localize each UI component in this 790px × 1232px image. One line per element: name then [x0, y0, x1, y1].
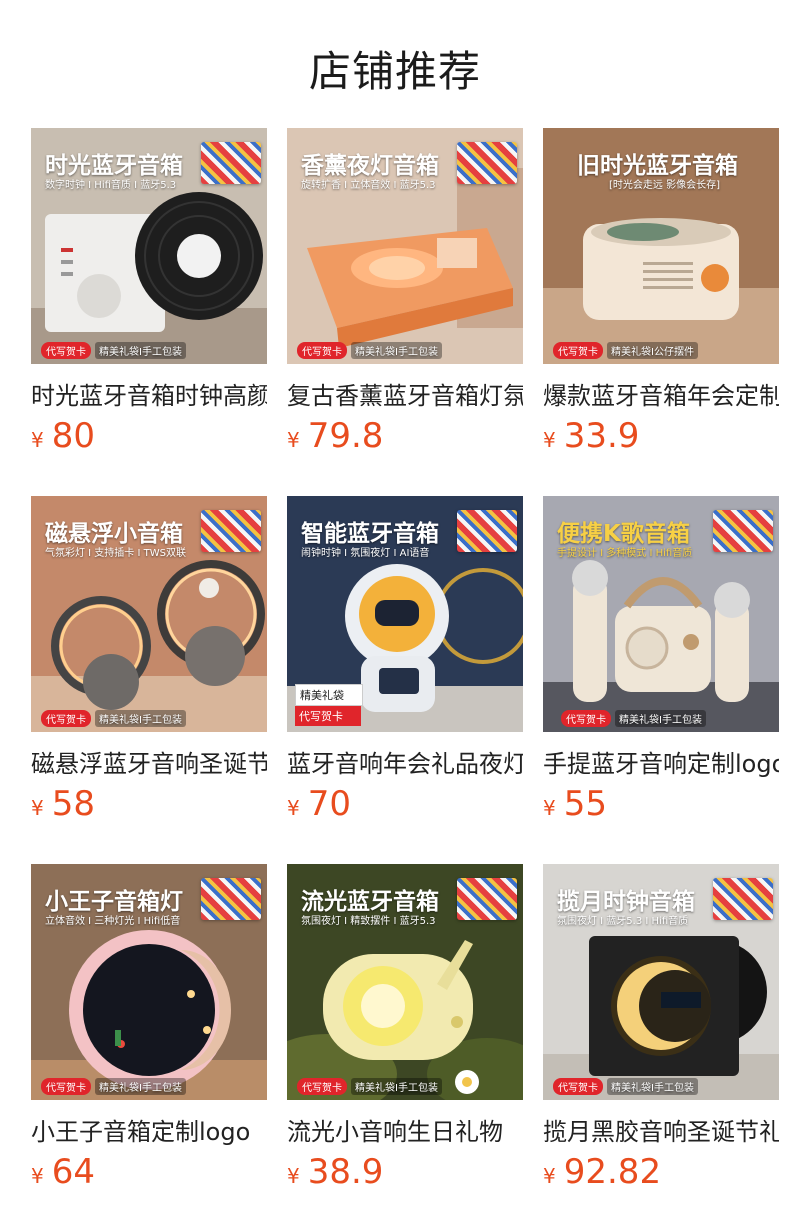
image-subline: 手提设计 I 多种模式 I Hifi音质 [557, 548, 693, 559]
price-value: 55 [563, 784, 607, 824]
gift-box-image [713, 510, 773, 552]
image-tag-row: 代写贺卡 精美礼袋I手工包装 [41, 1077, 186, 1095]
gift-box-image [201, 510, 261, 552]
greeting-card-tag: 代写贺卡 [297, 341, 347, 359]
currency-symbol: ¥ [543, 428, 556, 452]
currency-symbol: ¥ [31, 1164, 44, 1188]
product-price: ¥70 [287, 784, 351, 824]
gift-box-image [457, 142, 517, 184]
image-headline: 揽月时钟音箱 [557, 889, 695, 915]
image-headline: 智能蓝牙音箱 [301, 521, 439, 547]
image-subline: 氛围夜灯 I 精致摆件 I 蓝牙5.3 [301, 916, 436, 927]
product-price: ¥38.9 [287, 1152, 383, 1192]
image-tag-row: 代写贺卡 精美礼袋I手工包装 [41, 341, 186, 359]
currency-symbol: ¥ [287, 796, 300, 820]
image-tag-row: 代写贺卡 精美礼袋I手工包装 [41, 709, 186, 727]
image-subline: 数字时钟 I Hifi音质 I 蓝牙5.3 [45, 180, 177, 191]
packaging-tag: 精美礼袋I手工包装 [351, 1077, 442, 1095]
image-subline: 旋转扩香 I 立体音效 I 蓝牙5.3 [301, 180, 436, 191]
image-headline: 便携K歌音箱 [557, 521, 690, 547]
price-value: 64 [51, 1152, 95, 1192]
product-price: ¥80 [31, 416, 95, 456]
product-price: ¥64 [31, 1152, 95, 1192]
product-name[interactable]: 复古香薰蓝牙音箱灯氛围 [287, 376, 523, 410]
product-price: ¥55 [543, 784, 607, 824]
image-headline: 小王子音箱灯 [45, 889, 183, 915]
currency-symbol: ¥ [543, 1164, 556, 1188]
image-headline: 流光蓝牙音箱 [301, 889, 439, 915]
currency-symbol: ¥ [287, 1164, 300, 1188]
product-name[interactable]: 揽月黑胶音响圣诞节礼物 [543, 1112, 779, 1146]
gift-box-image [713, 878, 773, 920]
price-value: 70 [307, 784, 351, 824]
packaging-tag: 精美礼袋I手工包装 [607, 1077, 698, 1095]
product-name[interactable]: 磁悬浮蓝牙音响圣诞节 [31, 744, 267, 778]
product-image[interactable]: 时光蓝牙音箱 数字时钟 I Hifi音质 I 蓝牙5.3 代写贺卡 精美礼袋I手… [31, 128, 267, 364]
price-value: 80 [51, 416, 95, 456]
packaging-tag: 精美礼袋I手工包装 [95, 341, 186, 359]
price-value: 38.9 [307, 1152, 384, 1192]
greeting-card-tag: 代写贺卡 [41, 709, 91, 727]
gift-box-image [457, 510, 517, 552]
product-name[interactable]: 流光小音响生日礼物 [287, 1112, 523, 1146]
product-price: ¥79.8 [287, 416, 383, 456]
image-tag-row: 代写贺卡 精美礼袋I公仔摆件 [553, 341, 698, 359]
product-name[interactable]: 蓝牙音响年会礼品夜灯 [287, 744, 523, 778]
image-subline: 氛围夜灯 I 蓝牙5.3 I Hifi音质 [557, 916, 689, 927]
gift-box-image [457, 878, 517, 920]
packaging-tag: 精美礼袋I手工包装 [95, 709, 186, 727]
image-headline: 磁悬浮小音箱 [45, 521, 183, 547]
image-subline: 气氛彩灯 I 支持插卡 I TWS双联 [45, 548, 186, 559]
product-price: ¥92.82 [543, 1152, 661, 1192]
product-name[interactable]: 小王子音箱定制logo [31, 1112, 267, 1146]
currency-symbol: ¥ [287, 428, 300, 452]
product-image[interactable]: 智能蓝牙音箱 闹钟时钟 I 氛围夜灯 I AI语音 精美礼袋 代写贺卡 [287, 496, 523, 732]
greeting-card-tag: 代写贺卡 [41, 341, 91, 359]
image-tag-row: 代写贺卡 精美礼袋I手工包装 [553, 1077, 698, 1095]
image-tag-row: 代写贺卡 精美礼袋I手工包装 [297, 1077, 442, 1095]
currency-symbol: ¥ [31, 428, 44, 452]
product-name[interactable]: 时光蓝牙音箱时钟高颜值 [31, 376, 267, 410]
packaging-tag: 精美礼袋 [295, 684, 363, 706]
image-subline: 闹钟时钟 I 氛围夜灯 I AI语音 [301, 548, 430, 559]
page-title: 店铺推荐 [308, 47, 481, 96]
currency-symbol: ¥ [31, 796, 44, 820]
product-image[interactable]: 小王子音箱灯 立体音效 I 三种灯光 I Hifi低音 代写贺卡 精美礼袋I手工… [31, 864, 267, 1100]
packaging-tag: 精美礼袋I手工包装 [615, 709, 706, 727]
product-name[interactable]: 手提蓝牙音响定制logo [543, 744, 779, 778]
image-tag-row: 代写贺卡 精美礼袋I手工包装 [561, 709, 706, 727]
greeting-card-tag: 代写贺卡 [41, 1077, 91, 1095]
gift-box-image [201, 142, 261, 184]
image-subline: 立体音效 I 三种灯光 I Hifi低音 [45, 916, 181, 927]
product-price: ¥58 [31, 784, 95, 824]
greeting-card-tag: 代写贺卡 [295, 706, 361, 726]
greeting-card-tag: 代写贺卡 [561, 709, 611, 727]
product-image[interactable]: 揽月时钟音箱 氛围夜灯 I 蓝牙5.3 I Hifi音质 代写贺卡 精美礼袋I手… [543, 864, 779, 1100]
image-headline: 香薰夜灯音箱 [301, 153, 439, 179]
greeting-card-tag: 代写贺卡 [553, 341, 603, 359]
greeting-card-tag: 代写贺卡 [297, 1077, 347, 1095]
image-subline: [时光会走远 影像会长存] [609, 180, 720, 191]
product-image[interactable]: 磁悬浮小音箱 气氛彩灯 I 支持插卡 I TWS双联 代写贺卡 精美礼袋I手工包… [31, 496, 267, 732]
price-value: 79.8 [307, 416, 384, 456]
product-image[interactable]: 流光蓝牙音箱 氛围夜灯 I 精致摆件 I 蓝牙5.3 代写贺卡 精美礼袋I手工包… [287, 864, 523, 1100]
image-headline: 旧时光蓝牙音箱 [577, 153, 738, 179]
image-tag-stack: 精美礼袋 代写贺卡 [295, 684, 363, 726]
price-value: 58 [51, 784, 95, 824]
product-image[interactable]: 旧时光蓝牙音箱 [时光会走远 影像会长存] 代写贺卡 精美礼袋I公仔摆件 [543, 128, 779, 364]
product-image[interactable]: 香薰夜灯音箱 旋转扩香 I 立体音效 I 蓝牙5.3 代写贺卡 精美礼袋I手工包… [287, 128, 523, 364]
currency-symbol: ¥ [543, 796, 556, 820]
price-value: 92.82 [563, 1152, 662, 1192]
price-value: 33.9 [563, 416, 640, 456]
product-price: ¥33.9 [543, 416, 639, 456]
packaging-tag: 精美礼袋I手工包装 [95, 1077, 186, 1095]
product-image[interactable]: 便携K歌音箱 手提设计 I 多种模式 I Hifi音质 代写贺卡 精美礼袋I手工… [543, 496, 779, 732]
product-name[interactable]: 爆款蓝牙音箱年会定制 [543, 376, 779, 410]
packaging-tag: 精美礼袋I手工包装 [351, 341, 442, 359]
image-tag-row: 代写贺卡 精美礼袋I手工包装 [297, 341, 442, 359]
greeting-card-tag: 代写贺卡 [553, 1077, 603, 1095]
gift-box-image [201, 878, 261, 920]
packaging-tag: 精美礼袋I公仔摆件 [607, 341, 698, 359]
image-headline: 时光蓝牙音箱 [45, 153, 183, 179]
